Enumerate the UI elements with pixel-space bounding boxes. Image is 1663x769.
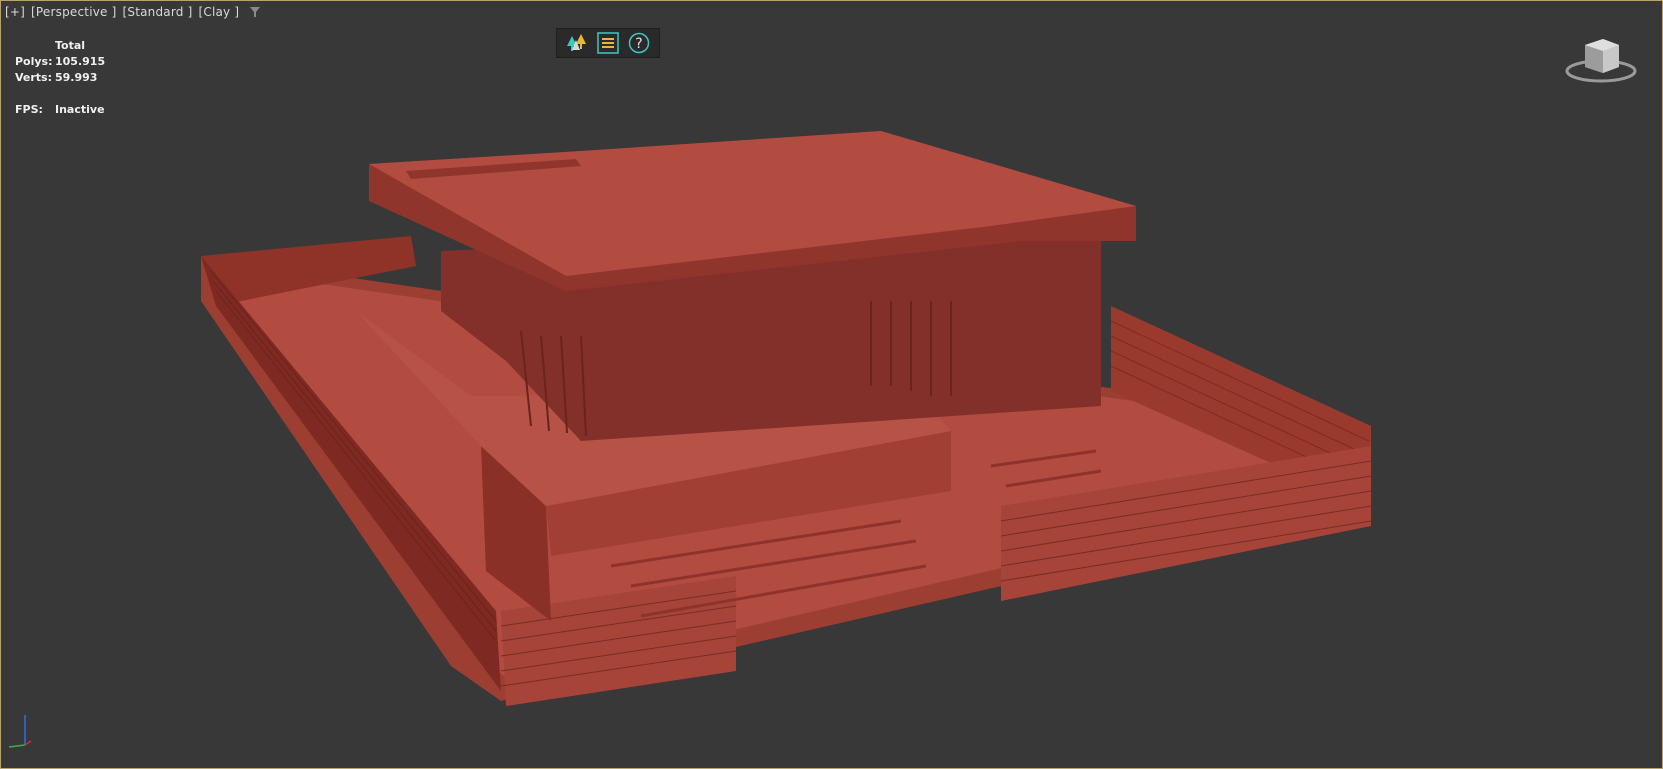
axis-tripod-icon [8, 715, 32, 748]
viewport-statistics: Total Polys: 105.915 Verts: 59.993 FPS: … [15, 38, 105, 118]
house-model-render[interactable] [1, 1, 1662, 768]
svg-text:?: ? [636, 36, 643, 52]
trees-button[interactable] [565, 31, 589, 55]
viewcube-icon[interactable] [1563, 31, 1643, 91]
layers-list-button[interactable] [596, 31, 620, 55]
perspective-viewport[interactable]: [+] [Perspective ] [Standard ] [Clay ] T… [0, 0, 1663, 769]
viewport-view-menu[interactable]: [Perspective ] [31, 5, 116, 19]
polys-value: 105.915 [55, 55, 106, 68]
viewport-plus-menu[interactable]: [+] [5, 5, 25, 19]
stats-header: Total [55, 39, 86, 52]
viewport-shading-menu[interactable]: [Standard ] [123, 5, 193, 19]
polys-label: Polys: [15, 55, 53, 68]
filter-icon[interactable] [249, 6, 261, 18]
help-icon: ? [629, 32, 650, 54]
fps-value: Inactive [55, 103, 105, 116]
viewport-floating-toolbar: ? [556, 28, 660, 58]
verts-value: 59.993 [55, 71, 98, 84]
viewport-label-menu[interactable]: [+] [Perspective ] [Standard ] [Clay ] [5, 5, 261, 19]
fps-label: FPS: [15, 103, 43, 116]
help-button[interactable]: ? [627, 31, 651, 55]
layers-list-icon [597, 32, 619, 54]
verts-label: Verts: [15, 71, 53, 84]
viewport-style-menu[interactable]: [Clay ] [199, 5, 240, 19]
trees-icon [566, 34, 586, 51]
